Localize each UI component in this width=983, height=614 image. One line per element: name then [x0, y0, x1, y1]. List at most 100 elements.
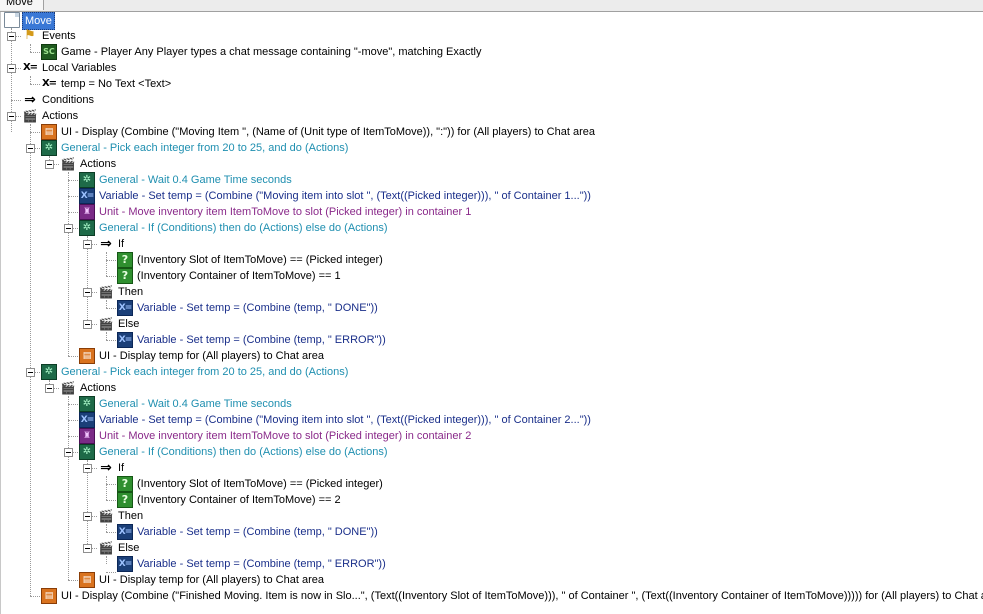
collapse-loop-1-actions-toggle[interactable]: [45, 160, 54, 169]
general-gear-icon: ✲: [41, 140, 57, 156]
tree-row-actions[interactable]: 🎬 Actions: [1, 108, 983, 124]
sc-event-icon: SC: [41, 44, 57, 60]
question-icon: ?: [117, 476, 133, 492]
clapper-icon: 🎬: [60, 157, 76, 171]
tree-row-loop-1-cond-2[interactable]: ? (Inventory Container of ItemToMove) ==…: [1, 268, 983, 284]
collapse-then-toggle[interactable]: [83, 512, 92, 521]
tree-row-loop-2-then[interactable]: 🎬 Then: [1, 508, 983, 524]
arrow-icon: ⇒: [24, 92, 36, 108]
action-text: General - Wait 0.4 Game Time seconds: [99, 174, 292, 186]
tree-row-loop-2-actions[interactable]: 🎬 Actions: [1, 380, 983, 396]
collapse-events-toggle[interactable]: [7, 32, 16, 41]
general-gear-icon: ✲: [79, 220, 95, 236]
tree-row-loop-1-wait[interactable]: ✲ General - Wait 0.4 Game Time seconds: [1, 172, 983, 188]
tree-row-root[interactable]: Move: [1, 12, 983, 30]
tree-row-loop-2-else-set[interactable]: X= Variable - Set temp = (Combine (temp,…: [1, 556, 983, 572]
collapse-local-variables-toggle[interactable]: [7, 64, 16, 73]
tree-row-loop-1-then[interactable]: 🎬 Then: [1, 284, 983, 300]
clapper-icon: 🎬: [98, 509, 114, 523]
collapse-loop-2-toggle[interactable]: [26, 368, 35, 377]
action-text: UI - Display temp for (All players) to C…: [99, 350, 324, 362]
condition-text: (Inventory Container of ItemToMove) == 2: [137, 494, 341, 506]
tree-row-loop-1-cond-1[interactable]: ? (Inventory Slot of ItemToMove) == (Pic…: [1, 252, 983, 268]
tree-row-events[interactable]: ⚑ Events: [1, 28, 983, 44]
tree-row-loop-2-else[interactable]: 🎬 Else: [1, 540, 983, 556]
tree-row-loop-2-cond-2[interactable]: ? (Inventory Container of ItemToMove) ==…: [1, 492, 983, 508]
collapse-then-toggle[interactable]: [83, 288, 92, 297]
collapse-loop-2-actions-toggle[interactable]: [45, 384, 54, 393]
condition-text: (Inventory Container of ItemToMove) == 1: [137, 270, 341, 282]
collapse-loop-2-if-toggle[interactable]: [64, 448, 73, 457]
tree-row-loop-2-if[interactable]: ✲ General - If (Conditions) then do (Act…: [1, 444, 983, 460]
tree-row-loop-1-else[interactable]: 🎬 Else: [1, 316, 983, 332]
local-var-text: temp = No Text <Text>: [61, 78, 172, 90]
tree-row-loop-2-then-set[interactable]: X= Variable - Set temp = (Combine (temp,…: [1, 524, 983, 540]
tree-row-loop-2-move[interactable]: ♜ Unit - Move inventory item ItemToMove …: [1, 428, 983, 444]
action-text: Variable - Set temp = (Combine ("Moving …: [99, 190, 591, 202]
local-variables-label: Local Variables: [42, 62, 117, 74]
clapper-icon: 🎬: [22, 109, 38, 123]
tree-row-loop-2-wait[interactable]: ✲ General - Wait 0.4 Game Time seconds: [1, 396, 983, 412]
action-text: UI - Display temp for (All players) to C…: [99, 574, 324, 586]
clapper-icon: 🎬: [98, 541, 114, 555]
actions-label: Actions: [80, 382, 117, 394]
tree-row-local-var-temp[interactable]: X= temp = No Text <Text>: [1, 76, 983, 92]
collapse-loop-1-toggle[interactable]: [26, 144, 35, 153]
collapse-if-toggle[interactable]: [83, 240, 92, 249]
tree-row-loop-1-move[interactable]: ♜ Unit - Move inventory item ItemToMove …: [1, 204, 983, 220]
tab-move[interactable]: Move: [0, 0, 44, 10]
collapse-actions-toggle[interactable]: [7, 112, 16, 121]
collapse-else-toggle[interactable]: [83, 544, 92, 553]
tree-row-local-variables[interactable]: X= Local Variables: [1, 60, 983, 76]
tree-row-event[interactable]: SC Game - Player Any Player types a chat…: [1, 44, 983, 60]
loop-text: General - Pick each integer from 20 to 2…: [61, 142, 349, 154]
tree-row-conditions[interactable]: ⇒ Conditions: [1, 92, 983, 108]
flag-icon: ⚑: [24, 28, 36, 43]
action-text: Variable - Set temp = (Combine (temp, " …: [137, 334, 386, 346]
clapper-icon: 🎬: [60, 381, 76, 395]
action-text: Unit - Move inventory item ItemToMove to…: [99, 206, 472, 218]
loop-text: General - Pick each integer from 20 to 2…: [61, 366, 349, 378]
if-label: If: [118, 462, 125, 474]
action-text: Unit - Move inventory item ItemToMove to…: [99, 430, 472, 442]
action-text: UI - Display (Combine ("Moving Item ", (…: [61, 126, 595, 138]
tree-row-loop-2-display[interactable]: ▤ UI - Display temp for (All players) to…: [1, 572, 983, 588]
if-label: If: [118, 238, 125, 250]
then-label: Then: [118, 286, 144, 298]
tree-row-loop-1-display[interactable]: ▤ UI - Display temp for (All players) to…: [1, 348, 983, 364]
variable-set-icon: X=: [79, 412, 95, 428]
tree-row-action-ui-display[interactable]: ▤ UI - Display (Combine ("Moving Item ",…: [1, 124, 983, 140]
tree-row-loop-1-set[interactable]: X= Variable - Set temp = (Combine ("Movi…: [1, 188, 983, 204]
actions-label: Actions: [42, 110, 79, 122]
general-gear-icon: ✲: [79, 396, 95, 412]
tree-row-loop-1-then-set[interactable]: X= Variable - Set temp = (Combine (temp,…: [1, 300, 983, 316]
clapper-icon: 🎬: [98, 285, 114, 299]
general-gear-icon: ✲: [41, 364, 57, 380]
tree-row-loop-2[interactable]: ✲ General - Pick each integer from 20 to…: [1, 364, 983, 380]
action-text: Variable - Set temp = (Combine ("Moving …: [99, 414, 591, 426]
tree-row-loop-1-else-set[interactable]: X= Variable - Set temp = (Combine (temp,…: [1, 332, 983, 348]
tree-row-loop-2-if-label[interactable]: ⇒ If: [1, 460, 983, 476]
tree-row-loop-1-if-label[interactable]: ⇒ If: [1, 236, 983, 252]
tree-row-loop-1-actions[interactable]: 🎬 Actions: [1, 156, 983, 172]
clapper-icon: 🎬: [98, 317, 114, 331]
variable-xeq-icon: X=: [22, 62, 38, 73]
condition-text: (Inventory Slot of ItemToMove) == (Picke…: [137, 254, 383, 266]
variable-set-icon: X=: [117, 300, 133, 316]
collapse-if-toggle[interactable]: [83, 464, 92, 473]
variable-xeq-icon: X=: [41, 78, 57, 89]
tree-row-final-display[interactable]: ▤ UI - Display (Combine ("Finished Movin…: [1, 588, 983, 604]
tree-row-loop-1-if[interactable]: ✲ General - If (Conditions) then do (Act…: [1, 220, 983, 236]
action-text: UI - Display (Combine ("Finished Moving.…: [61, 590, 983, 602]
action-text: Variable - Set temp = (Combine (temp, " …: [137, 302, 378, 314]
actions-label: Actions: [80, 158, 117, 170]
unit-icon: ♜: [79, 428, 95, 444]
collapse-else-toggle[interactable]: [83, 320, 92, 329]
tree-row-loop-2-cond-1[interactable]: ? (Inventory Slot of ItemToMove) == (Pic…: [1, 476, 983, 492]
collapse-loop-1-if-toggle[interactable]: [64, 224, 73, 233]
ui-display-icon: ▤: [41, 124, 57, 140]
variable-set-icon: X=: [117, 556, 133, 572]
trigger-tree: Move ⚑ Events SC Game - Player Any Playe…: [0, 12, 983, 614]
tree-row-loop-1[interactable]: ✲ General - Pick each integer from 20 to…: [1, 140, 983, 156]
tree-row-loop-2-set[interactable]: X= Variable - Set temp = (Combine ("Movi…: [1, 412, 983, 428]
